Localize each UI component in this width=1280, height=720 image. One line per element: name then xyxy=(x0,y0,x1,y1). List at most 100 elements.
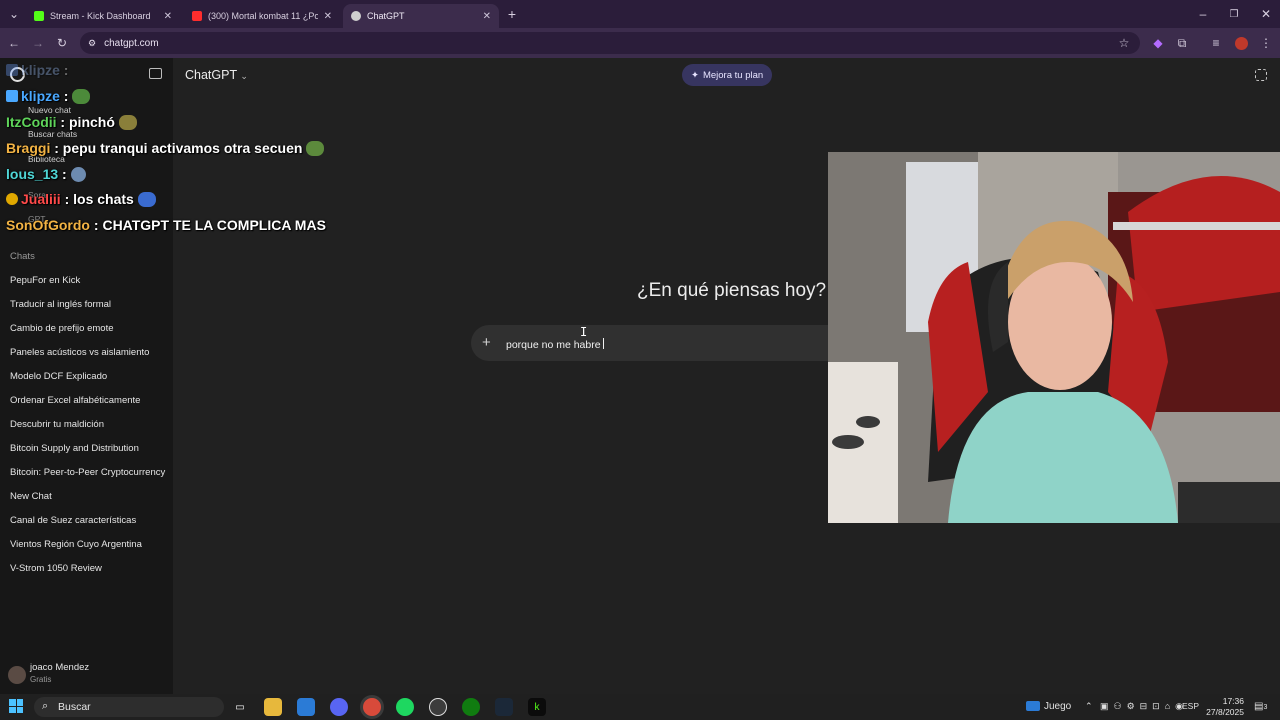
steam-icon[interactable] xyxy=(495,698,513,716)
clock-date: 27/8/2025 xyxy=(1206,707,1244,717)
reload-icon[interactable]: ↻ xyxy=(52,33,72,53)
upgrade-plan-button[interactable]: ✦ Mejora tu plan xyxy=(682,64,773,86)
chat-text: los chats xyxy=(73,191,134,207)
minimize-icon[interactable]: – xyxy=(1193,4,1213,24)
text-caret xyxy=(602,338,604,349)
chevron-down-icon: ⌄ xyxy=(240,71,248,81)
model-name: ChatGPT xyxy=(185,68,237,82)
reading-list-icon[interactable]: ≡ xyxy=(1206,33,1226,53)
chat-history-item[interactable]: Bitcoin: Peer-to-Peer Cryptocurrency xyxy=(10,467,165,478)
chat-text: CHATGPT TE LA COMPLICA MAS xyxy=(102,217,326,233)
browser-tab-bar: ⌄ Stream - Kick Dashboard ✕ (300) Mortal… xyxy=(0,0,1280,28)
chat-history-item[interactable]: Vientos Región Cuyo Argentina xyxy=(10,539,142,550)
tray-icons[interactable]: ▣⚇⚙⊟⊡⌂◉ xyxy=(1100,701,1188,712)
prompt-input[interactable]: porque no me habre xyxy=(506,338,604,351)
upgrade-label: Mejora tu plan xyxy=(702,69,764,81)
youtube-icon xyxy=(192,11,202,21)
tab-search-icon[interactable]: ⌄ xyxy=(4,4,24,24)
avatar xyxy=(8,666,26,684)
chat-history-item[interactable]: Cambio de prefijo emote xyxy=(10,323,114,334)
chat-history-item[interactable]: Canal de Suez características xyxy=(10,515,136,526)
kick-app-icon[interactable]: k xyxy=(528,698,546,716)
add-attachment-icon[interactable]: + xyxy=(482,334,491,351)
chat-text: pepu tranqui activamos otra secuen xyxy=(62,140,303,156)
chat-history-item[interactable]: Descubrir tu maldición xyxy=(10,419,104,430)
toggle-sidebar-icon[interactable] xyxy=(149,68,162,79)
chat-message: klipze : xyxy=(6,62,68,78)
user-menu[interactable]: joaco Mendez Gratis xyxy=(8,662,168,688)
close-tab-icon[interactable]: ✕ xyxy=(324,11,332,22)
chat-history-item[interactable]: Paneles acústicos vs aislamiento xyxy=(10,347,149,358)
chat-username: SonOfGordo xyxy=(6,217,90,233)
chat-text: pinchó xyxy=(69,114,115,130)
discord-icon[interactable] xyxy=(330,698,348,716)
user-badge-icon xyxy=(6,64,18,76)
obs-icon[interactable] xyxy=(429,698,447,716)
chrome-icon[interactable] xyxy=(363,698,381,716)
user-plan: Gratis xyxy=(30,675,52,684)
chat-username: ItzCodii xyxy=(6,114,57,130)
chat-message: ItzCodii : pinchó xyxy=(6,114,137,130)
model-selector[interactable]: ChatGPT ⌄ xyxy=(185,68,248,82)
address-bar[interactable]: ⚙ chatgpt.com xyxy=(80,32,1140,54)
chat-history-item[interactable]: PepuFor en Kick xyxy=(10,275,80,286)
microsoft-store-icon[interactable] xyxy=(297,698,315,716)
new-tab-icon[interactable]: + xyxy=(502,4,522,24)
site-info-icon[interactable]: ⚙ xyxy=(88,38,96,49)
sparkle-icon: ✦ xyxy=(691,69,699,81)
chat-message: Jualiii : los chats xyxy=(6,191,156,207)
start-button[interactable] xyxy=(9,699,23,713)
chat-history-item[interactable]: V-Strom 1050 Review xyxy=(10,563,102,574)
tab-label: (300) Mortal kombat 11 ¿Por q... xyxy=(208,11,318,21)
tab-kick-dashboard[interactable]: Stream - Kick Dashboard ✕ xyxy=(26,4,180,28)
notifications-icon[interactable]: ▤3 xyxy=(1254,701,1267,712)
search-placeholder: Buscar xyxy=(58,701,91,713)
chat-history-item[interactable]: Modelo DCF Explicado xyxy=(10,371,107,382)
bookmark-star-icon[interactable]: ☆ xyxy=(1114,33,1134,53)
tab-chatgpt[interactable]: ChatGPT ✕ xyxy=(343,4,499,28)
back-icon[interactable]: ← xyxy=(4,33,24,53)
xbox-icon[interactable] xyxy=(462,698,480,716)
chat-username: klipze xyxy=(21,88,60,104)
chatgpt-favicon-icon xyxy=(351,11,361,21)
emote-icon xyxy=(72,89,91,104)
emote-icon xyxy=(70,167,86,182)
close-window-icon[interactable]: ✕ xyxy=(1256,4,1276,24)
tray-overflow-icon[interactable]: ⌃ xyxy=(1085,701,1093,712)
user-badge-icon xyxy=(6,90,18,102)
game-mode-icon[interactable] xyxy=(1026,701,1040,711)
chat-history-item[interactable]: Traducir al inglés formal xyxy=(10,299,111,310)
close-tab-icon[interactable]: ✕ xyxy=(483,11,491,22)
spotify-icon[interactable] xyxy=(396,698,414,716)
search-icon: ⌕ xyxy=(42,700,49,712)
browser-menu-icon[interactable]: ⋮ xyxy=(1256,33,1276,53)
taskbar-search-box[interactable]: ⌕ Buscar xyxy=(34,697,224,717)
extensions-puzzle-icon[interactable]: ⧉ xyxy=(1172,33,1192,53)
file-explorer-icon[interactable] xyxy=(264,698,282,716)
clock[interactable]: 17:36 27/8/2025 xyxy=(1200,696,1244,718)
close-tab-icon[interactable]: ✕ xyxy=(164,11,172,22)
chat-username: klipze xyxy=(21,62,60,78)
temporary-chat-icon[interactable] xyxy=(1255,69,1267,81)
chat-history-item[interactable]: New Chat xyxy=(10,491,52,502)
emote-icon xyxy=(118,115,137,130)
prompt-input-text: porque no me habre xyxy=(506,339,601,351)
forward-icon[interactable]: → xyxy=(28,33,48,53)
chat-history-item[interactable]: Ordenar Excel alfabéticamente xyxy=(10,395,140,406)
tab-label: Stream - Kick Dashboard xyxy=(50,11,151,21)
chat-message: lous_13 : xyxy=(6,166,86,182)
chat-message: SonOfGordo : CHATGPT TE LA COMPLICA MAS xyxy=(6,217,326,233)
profile-avatar[interactable] xyxy=(1231,33,1251,53)
language-indicator[interactable]: ESP xyxy=(1182,701,1199,711)
search-chats-button[interactable]: Buscar chats xyxy=(28,129,77,139)
extension-icon[interactable]: ◆ xyxy=(1148,33,1168,53)
notification-count: 3 xyxy=(1263,704,1268,711)
chat-history-item[interactable]: Bitcoin Supply and Distribution xyxy=(10,443,139,454)
game-mode-label[interactable]: Juego xyxy=(1044,701,1071,712)
restore-icon[interactable]: ❐ xyxy=(1224,4,1244,24)
webcam-feed-image xyxy=(828,152,1280,523)
mouse-text-cursor-icon: I xyxy=(580,325,588,339)
greeting-heading: ¿En qué piensas hoy? xyxy=(637,280,827,301)
tab-youtube[interactable]: (300) Mortal kombat 11 ¿Por q... ✕ xyxy=(184,4,340,28)
task-view-icon[interactable]: ▭ xyxy=(231,698,249,716)
